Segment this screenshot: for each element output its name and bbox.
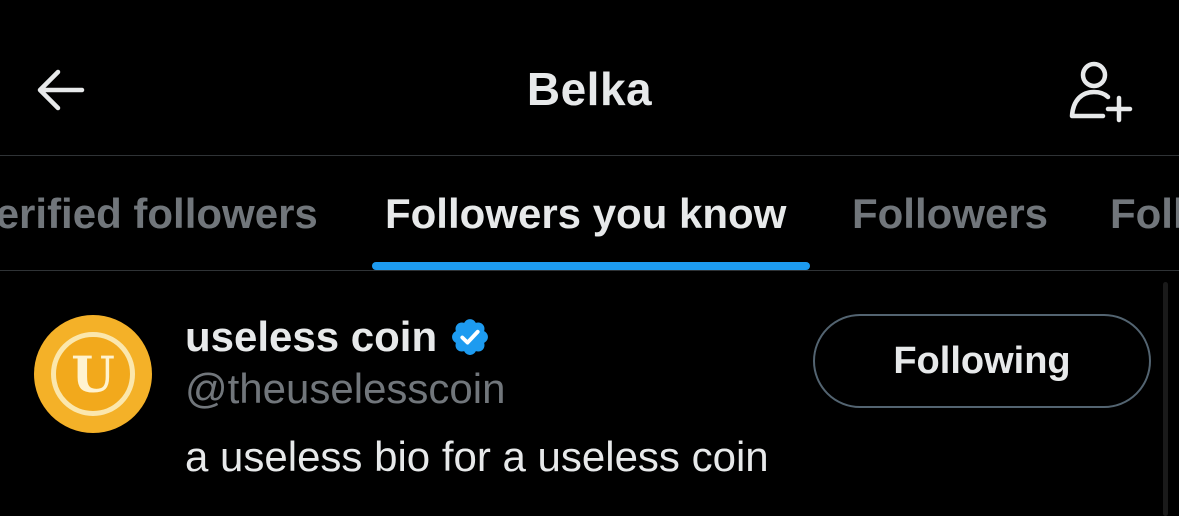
verified-badge-icon bbox=[449, 316, 491, 358]
add-user-button[interactable] bbox=[1062, 55, 1138, 131]
user-name-line: useless coin bbox=[185, 311, 491, 363]
page-title: Belka bbox=[526, 63, 653, 115]
tab-followers[interactable]: Followers bbox=[852, 156, 1048, 271]
avatar-coin-logo: U bbox=[51, 332, 135, 416]
user-bio: a useless bio for a useless coin bbox=[185, 433, 769, 480]
user-handle[interactable]: @theuselesscoin bbox=[185, 365, 505, 413]
tab-bar: Verified followers Followers you know Fo… bbox=[0, 156, 1179, 271]
following-button[interactable]: Following bbox=[813, 314, 1151, 408]
user-list-item[interactable]: U useless coin @theuselesscoin a useless… bbox=[0, 271, 1179, 516]
display-name[interactable]: useless coin bbox=[185, 313, 437, 361]
person-add-icon bbox=[1067, 58, 1133, 129]
tab-verified-followers[interactable]: Verified followers bbox=[0, 156, 318, 271]
scrollbar[interactable] bbox=[1163, 282, 1168, 516]
active-tab-indicator bbox=[372, 262, 810, 270]
avatar[interactable]: U bbox=[34, 315, 152, 433]
top-bar: Belka bbox=[0, 0, 1179, 155]
tab-following[interactable]: Following bbox=[1110, 156, 1179, 271]
tab-followers-you-know[interactable]: Followers you know bbox=[385, 156, 786, 271]
